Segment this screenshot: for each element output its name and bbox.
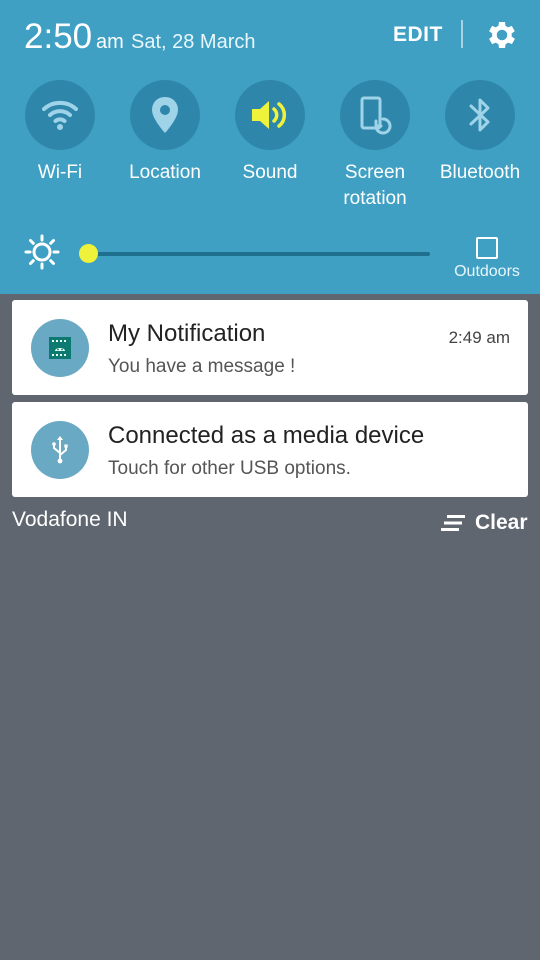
location-icon [152, 97, 178, 133]
quick-settings-panel: 2:50 am Sat, 28 March EDIT Wi-Fi Locatio… [0, 0, 540, 294]
toggle-screen-rotation[interactable]: Screen rotation [323, 80, 427, 212]
notification-time: 2:49 am [448, 328, 510, 347]
wifi-icon [42, 100, 78, 130]
toggle-sound[interactable]: Sound [218, 80, 322, 186]
notification-title: Connected as a media device [108, 422, 425, 449]
toggle-location[interactable]: Location [113, 80, 217, 186]
sound-toggle-circle[interactable] [235, 80, 305, 150]
toggle-label-sound: Sound [242, 162, 298, 183]
clock-time: 2:50 [24, 17, 93, 56]
notification-usb-avatar [31, 421, 89, 479]
sound-icon [252, 101, 287, 129]
clock-ampm: am [96, 31, 124, 53]
toggle-label-bluetooth: Bluetooth [439, 162, 521, 183]
brightness-slider-track[interactable] [88, 252, 430, 256]
notification-app-avatar [31, 319, 89, 377]
notification-text: You have a message ! [108, 356, 296, 377]
header-divider [461, 20, 463, 48]
wifi-toggle-circle[interactable] [25, 80, 95, 150]
outdoors-checkbox[interactable] [476, 237, 498, 259]
android-icon [49, 337, 71, 359]
toggle-label-location: Location [129, 162, 201, 183]
notification-card-my-notification[interactable]: My Notification You have a message ! 2:4… [12, 300, 528, 395]
clear-all-button[interactable]: Clear [441, 510, 528, 536]
brightness-icon [24, 234, 60, 270]
clear-label: Clear [475, 511, 528, 534]
toggle-label-screen-rotation: Screen rotation [343, 162, 407, 209]
toggle-wifi[interactable]: Wi-Fi [8, 80, 112, 186]
notification-card-usb[interactable]: Connected as a media device Touch for ot… [12, 402, 528, 497]
clear-all-icon [441, 515, 465, 531]
screen-rotation-icon [360, 96, 392, 135]
carrier-label: Vodafone IN [12, 508, 128, 531]
screen-rotation-toggle-circle[interactable] [340, 80, 410, 150]
brightness-slider-thumb[interactable] [78, 244, 98, 263]
notification-title: My Notification [108, 320, 266, 347]
toggle-bluetooth[interactable]: Bluetooth [428, 80, 532, 186]
date-label: Sat, 28 March [131, 31, 256, 53]
toggle-label-wifi: Wi-Fi [37, 162, 83, 183]
status-row: 2:50 am Sat, 28 March EDIT [0, 0, 540, 76]
usb-icon [52, 436, 68, 464]
edit-button[interactable]: EDIT [393, 23, 443, 47]
location-toggle-circle[interactable] [130, 80, 200, 150]
gear-icon[interactable] [484, 17, 520, 53]
outdoors-label: Outdoors [454, 263, 520, 280]
bluetooth-icon [469, 98, 490, 132]
bluetooth-toggle-circle[interactable] [445, 80, 515, 150]
notification-text: Touch for other USB options. [108, 458, 351, 479]
